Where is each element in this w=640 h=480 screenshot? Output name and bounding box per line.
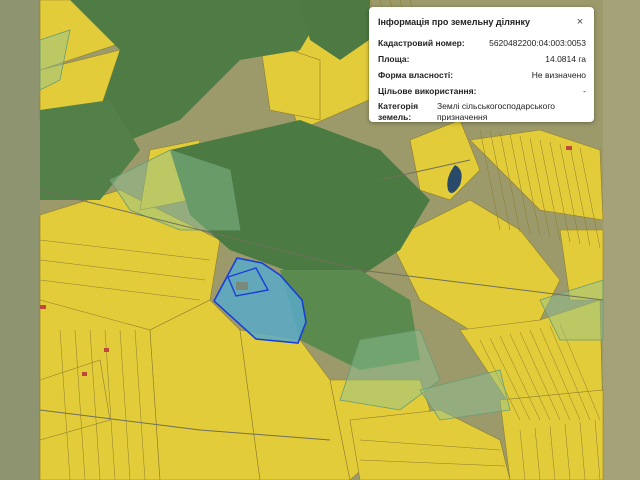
category-value: Землі сільськогосподарського призначення bbox=[437, 101, 555, 122]
ownership-value: Не визначено bbox=[531, 70, 586, 80]
category-label-line1: Категорія bbox=[378, 101, 419, 111]
cadastral-label: Кадастровий номер: bbox=[378, 38, 465, 48]
purpose-value: - bbox=[583, 86, 586, 96]
area-value: 14.0814 га bbox=[545, 54, 586, 64]
category-row: Категорія земель: Землі сільськогосподар… bbox=[378, 101, 586, 123]
map-margin-left bbox=[0, 0, 40, 480]
purpose-label: Цільове використання: bbox=[378, 86, 477, 96]
category-label-line2: земель: bbox=[378, 112, 412, 122]
cadastral-value: 5620482200:04:003:0053 bbox=[489, 38, 586, 48]
parcel-structure bbox=[236, 282, 248, 290]
map-margin-right bbox=[603, 0, 640, 480]
popup-title: Інформація про земельну ділянку bbox=[378, 17, 531, 27]
land-info-popup: Інформація про земельну ділянку × Кадаст… bbox=[369, 7, 594, 122]
close-icon[interactable]: × bbox=[573, 15, 587, 29]
category-label: Категорія земель: bbox=[378, 101, 418, 123]
ownership-label: Форма власності: bbox=[378, 70, 454, 80]
area-label: Площа: bbox=[378, 54, 410, 64]
